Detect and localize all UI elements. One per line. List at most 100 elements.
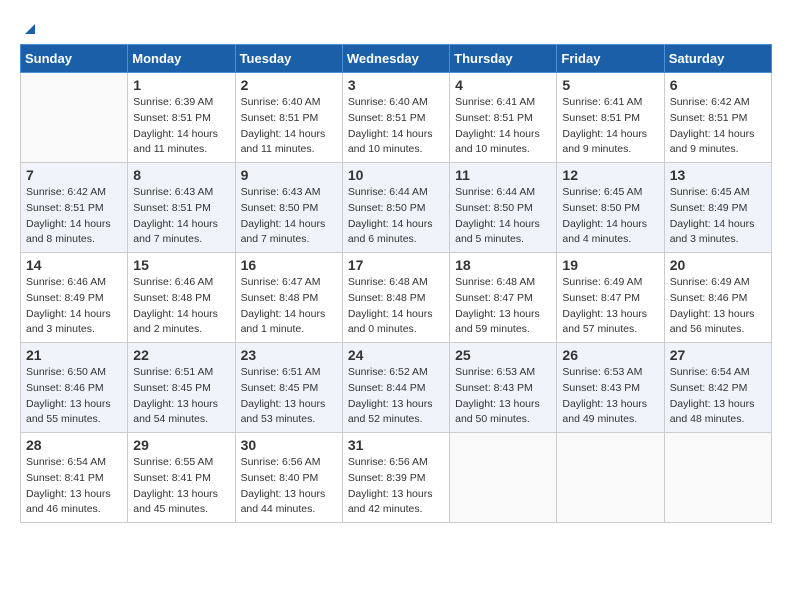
- calendar-cell: 4 Sunrise: 6:41 AMSunset: 8:51 PMDaylight…: [450, 73, 557, 163]
- day-number: 20: [670, 257, 766, 273]
- day-number: 4: [455, 77, 551, 93]
- day-number: 30: [241, 437, 337, 453]
- calendar-table: SundayMondayTuesdayWednesdayThursdayFrid…: [20, 44, 772, 523]
- day-info: Sunrise: 6:52 AMSunset: 8:44 PMDaylight:…: [348, 365, 444, 428]
- calendar-week-row: 14Sunrise: 6:46 AMSunset: 8:49 PMDayligh…: [21, 253, 772, 343]
- calendar-cell: 7 Sunrise: 6:42 AMSunset: 8:51 PMDaylight…: [21, 163, 128, 253]
- day-info: Sunrise: 6:44 AMSunset: 8:50 PMDaylight:…: [455, 185, 551, 248]
- weekday-header-thursday: Thursday: [450, 45, 557, 73]
- calendar-cell: 26 Sunrise: 6:53 AMSunset: 8:43 PMDayligh…: [557, 343, 664, 433]
- day-info: Sunrise: 6:50 AMSunset: 8:46 PMDaylight:…: [26, 365, 122, 428]
- day-info: Sunrise: 6:44 AMSunset: 8:50 PMDaylight:…: [348, 185, 444, 248]
- page-header: [20, 20, 772, 34]
- day-number: 8: [133, 167, 229, 183]
- day-number: 13: [670, 167, 766, 183]
- day-info: Sunrise: 6:46 AMSunset: 8:48 PMDaylight:…: [133, 275, 229, 338]
- day-info: Sunrise: 6:42 AMSunset: 8:51 PMDaylight:…: [26, 185, 122, 248]
- day-info: Sunrise: 6:51 AMSunset: 8:45 PMDaylight:…: [133, 365, 229, 428]
- day-info: Sunrise: 6:48 AMSunset: 8:48 PMDaylight:…: [348, 275, 444, 338]
- day-number: 27: [670, 347, 766, 363]
- day-info: Sunrise: 6:45 AMSunset: 8:50 PMDaylight:…: [562, 185, 658, 248]
- day-number: 10: [348, 167, 444, 183]
- day-info: Sunrise: 6:42 AMSunset: 8:51 PMDaylight:…: [670, 95, 766, 158]
- day-number: 23: [241, 347, 337, 363]
- day-number: 11: [455, 167, 551, 183]
- calendar-cell: 20Sunrise: 6:49 AMSunset: 8:46 PMDayligh…: [664, 253, 771, 343]
- calendar-week-row: 21 Sunrise: 6:50 AMSunset: 8:46 PMDayligh…: [21, 343, 772, 433]
- day-info: Sunrise: 6:55 AMSunset: 8:41 PMDaylight:…: [133, 455, 229, 518]
- calendar-cell: 15 Sunrise: 6:46 AMSunset: 8:48 PMDayligh…: [128, 253, 235, 343]
- day-number: 12: [562, 167, 658, 183]
- calendar-cell: 19 Sunrise: 6:49 AMSunset: 8:47 PMDayligh…: [557, 253, 664, 343]
- calendar-cell: 14Sunrise: 6:46 AMSunset: 8:49 PMDayligh…: [21, 253, 128, 343]
- calendar-cell: 30 Sunrise: 6:56 AMSunset: 8:40 PMDayligh…: [235, 433, 342, 523]
- weekday-header-friday: Friday: [557, 45, 664, 73]
- day-info: Sunrise: 6:53 AMSunset: 8:43 PMDaylight:…: [562, 365, 658, 428]
- day-number: 19: [562, 257, 658, 273]
- day-number: 5: [562, 77, 658, 93]
- weekday-header-sunday: Sunday: [21, 45, 128, 73]
- weekday-header-monday: Monday: [128, 45, 235, 73]
- calendar-cell: [664, 433, 771, 523]
- day-info: Sunrise: 6:54 AMSunset: 8:42 PMDaylight:…: [670, 365, 766, 428]
- day-info: Sunrise: 6:45 AMSunset: 8:49 PMDaylight:…: [670, 185, 766, 248]
- calendar-week-row: 1Sunrise: 6:39 AMSunset: 8:51 PMDaylight…: [21, 73, 772, 163]
- day-number: 29: [133, 437, 229, 453]
- calendar-cell: 17 Sunrise: 6:48 AMSunset: 8:48 PMDayligh…: [342, 253, 449, 343]
- calendar-cell: 24 Sunrise: 6:52 AMSunset: 8:44 PMDayligh…: [342, 343, 449, 433]
- day-number: 15: [133, 257, 229, 273]
- weekday-header-tuesday: Tuesday: [235, 45, 342, 73]
- calendar-cell: [557, 433, 664, 523]
- calendar-week-row: 7 Sunrise: 6:42 AMSunset: 8:51 PMDaylight…: [21, 163, 772, 253]
- day-info: Sunrise: 6:47 AMSunset: 8:48 PMDaylight:…: [241, 275, 337, 338]
- calendar-cell: 3 Sunrise: 6:40 AMSunset: 8:51 PMDaylight…: [342, 73, 449, 163]
- calendar-cell: 18 Sunrise: 6:48 AMSunset: 8:47 PMDayligh…: [450, 253, 557, 343]
- calendar-cell: 21 Sunrise: 6:50 AMSunset: 8:46 PMDayligh…: [21, 343, 128, 433]
- day-number: 22: [133, 347, 229, 363]
- calendar-cell: 8Sunrise: 6:43 AMSunset: 8:51 PMDaylight…: [128, 163, 235, 253]
- calendar-cell: 9Sunrise: 6:43 AMSunset: 8:50 PMDaylight…: [235, 163, 342, 253]
- calendar-cell: 31 Sunrise: 6:56 AMSunset: 8:39 PMDayligh…: [342, 433, 449, 523]
- calendar-cell: 13 Sunrise: 6:45 AMSunset: 8:49 PMDayligh…: [664, 163, 771, 253]
- weekday-header-row: SundayMondayTuesdayWednesdayThursdayFrid…: [21, 45, 772, 73]
- day-number: 31: [348, 437, 444, 453]
- day-number: 28: [26, 437, 122, 453]
- weekday-header-wednesday: Wednesday: [342, 45, 449, 73]
- day-info: Sunrise: 6:56 AMSunset: 8:39 PMDaylight:…: [348, 455, 444, 518]
- calendar-cell: 11 Sunrise: 6:44 AMSunset: 8:50 PMDayligh…: [450, 163, 557, 253]
- day-number: 7: [26, 167, 122, 183]
- day-info: Sunrise: 6:40 AMSunset: 8:51 PMDaylight:…: [241, 95, 337, 158]
- day-number: 16: [241, 257, 337, 273]
- day-number: 3: [348, 77, 444, 93]
- calendar-cell: 28 Sunrise: 6:54 AMSunset: 8:41 PMDayligh…: [21, 433, 128, 523]
- day-info: Sunrise: 6:41 AMSunset: 8:51 PMDaylight:…: [562, 95, 658, 158]
- calendar-cell: 22 Sunrise: 6:51 AMSunset: 8:45 PMDayligh…: [128, 343, 235, 433]
- day-info: Sunrise: 6:41 AMSunset: 8:51 PMDaylight:…: [455, 95, 551, 158]
- calendar-cell: 2 Sunrise: 6:40 AMSunset: 8:51 PMDaylight…: [235, 73, 342, 163]
- day-number: 2: [241, 77, 337, 93]
- day-number: 18: [455, 257, 551, 273]
- logo-triangle-icon: [21, 20, 39, 38]
- calendar-week-row: 28 Sunrise: 6:54 AMSunset: 8:41 PMDayligh…: [21, 433, 772, 523]
- day-info: Sunrise: 6:49 AMSunset: 8:47 PMDaylight:…: [562, 275, 658, 338]
- calendar-cell: 29 Sunrise: 6:55 AMSunset: 8:41 PMDayligh…: [128, 433, 235, 523]
- day-info: Sunrise: 6:40 AMSunset: 8:51 PMDaylight:…: [348, 95, 444, 158]
- calendar-cell: 16 Sunrise: 6:47 AMSunset: 8:48 PMDayligh…: [235, 253, 342, 343]
- calendar-cell: 12 Sunrise: 6:45 AMSunset: 8:50 PMDayligh…: [557, 163, 664, 253]
- day-info: Sunrise: 6:56 AMSunset: 8:40 PMDaylight:…: [241, 455, 337, 518]
- day-info: Sunrise: 6:54 AMSunset: 8:41 PMDaylight:…: [26, 455, 122, 518]
- calendar-cell: 27 Sunrise: 6:54 AMSunset: 8:42 PMDayligh…: [664, 343, 771, 433]
- calendar-cell: 25Sunrise: 6:53 AMSunset: 8:43 PMDayligh…: [450, 343, 557, 433]
- day-number: 26: [562, 347, 658, 363]
- day-number: 17: [348, 257, 444, 273]
- day-info: Sunrise: 6:48 AMSunset: 8:47 PMDaylight:…: [455, 275, 551, 338]
- day-info: Sunrise: 6:43 AMSunset: 8:50 PMDaylight:…: [241, 185, 337, 248]
- day-number: 14: [26, 257, 122, 273]
- day-number: 24: [348, 347, 444, 363]
- day-info: Sunrise: 6:53 AMSunset: 8:43 PMDaylight:…: [455, 365, 551, 428]
- day-number: 21: [26, 347, 122, 363]
- calendar-cell: 23Sunrise: 6:51 AMSunset: 8:45 PMDayligh…: [235, 343, 342, 433]
- calendar-cell: [21, 73, 128, 163]
- calendar-cell: [450, 433, 557, 523]
- day-number: 6: [670, 77, 766, 93]
